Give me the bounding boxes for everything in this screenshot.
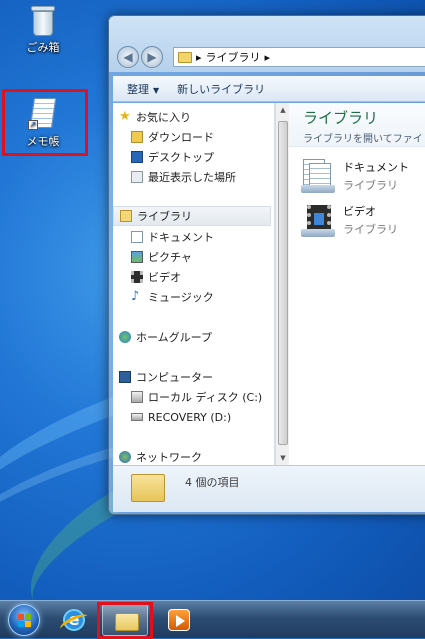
nav-favorites[interactable]: ★ お気に入り	[119, 107, 191, 127]
content-pane: ライブラリ ライブラリを開いてファイ ドキュメント ライブラリ ビデオ ライブラ…	[289, 103, 425, 465]
notepad-icon: ↗	[28, 96, 58, 130]
back-button[interactable]: ◀	[117, 46, 139, 68]
page-title: ライブラリ	[303, 109, 379, 127]
windows-logo-icon	[18, 614, 32, 628]
desktop-icon-label: メモ帳	[26, 135, 60, 148]
forward-button[interactable]: ▶	[141, 46, 163, 68]
start-button[interactable]	[8, 604, 40, 636]
taskbar: e	[0, 600, 425, 639]
highlight-box-explorer	[97, 602, 153, 639]
scroll-down-arrow-icon[interactable]: ▼	[276, 451, 290, 465]
library-folder-icon	[120, 210, 132, 222]
recent-places-icon	[131, 171, 143, 183]
nav-item-recovery-drive[interactable]: RECOVERY (D:)	[131, 407, 231, 427]
recycle-bin-icon	[31, 6, 55, 36]
videos-library-icon	[301, 203, 335, 237]
star-icon: ★	[119, 109, 131, 124]
library-item-documents[interactable]: ドキュメント ライブラリ	[301, 159, 409, 199]
desktop-icon	[131, 151, 143, 163]
videos-icon	[131, 271, 143, 283]
scroll-up-arrow-icon[interactable]: ▲	[276, 103, 290, 117]
explorer-window[interactable]: ◀ ▶ ▸ ライブラリ ▸ 整理 ▼ 新しいライブラリ ★ お気に入り ダウンロー…	[108, 15, 425, 515]
nav-network[interactable]: ネットワーク	[119, 447, 202, 465]
forward-arrow-icon: ▶	[147, 50, 157, 64]
nav-item-local-disk[interactable]: ローカル ディスク (C:)	[131, 387, 262, 407]
pictures-icon	[131, 251, 143, 263]
library-item-type: ライブラリ	[343, 223, 398, 236]
library-folder-icon	[131, 474, 165, 502]
desktop-icon-recycle-bin[interactable]: ごみ箱	[8, 6, 78, 55]
details-pane: 4 個の項目	[113, 465, 425, 512]
scrollbar-thumb[interactable]	[278, 121, 288, 445]
media-player-icon	[168, 609, 190, 631]
downloads-folder-icon	[131, 131, 143, 143]
chevron-down-icon: ▼	[153, 85, 160, 95]
breadcrumb-separator: ▸	[196, 50, 202, 64]
internet-explorer-icon: e	[63, 609, 85, 631]
breadcrumb-libraries[interactable]: ライブラリ	[206, 49, 261, 65]
homegroup-icon	[119, 331, 131, 343]
organize-button[interactable]: 整理 ▼	[127, 81, 159, 97]
nav-computer[interactable]: コンピューター	[119, 367, 213, 387]
library-item-name: ドキュメント	[343, 161, 409, 174]
nav-item-music[interactable]: ♪ ミュージック	[131, 287, 214, 307]
page-subtitle: ライブラリを開いてファイ	[303, 134, 423, 145]
taskbar-internet-explorer[interactable]: e	[50, 604, 96, 636]
nav-item-downloads[interactable]: ダウンロード	[131, 127, 214, 147]
documents-library-icon	[301, 159, 335, 193]
shortcut-arrow-icon: ↗	[28, 120, 38, 130]
taskbar-media-player[interactable]	[156, 604, 202, 636]
breadcrumb-separator[interactable]: ▸	[265, 51, 271, 64]
documents-icon	[131, 231, 143, 243]
computer-icon	[119, 371, 131, 383]
nav-homegroup[interactable]: ホームグループ	[119, 327, 212, 347]
drive-icon	[131, 391, 143, 403]
library-item-videos[interactable]: ビデオ ライブラリ	[301, 203, 398, 243]
nav-item-videos[interactable]: ビデオ	[131, 267, 181, 287]
nav-pane-scrollbar[interactable]: ▲ ▼	[275, 103, 289, 465]
library-folder-icon	[178, 51, 192, 63]
item-count: 4 個の項目	[185, 476, 240, 489]
library-item-name: ビデオ	[343, 205, 376, 218]
library-header: ライブラリ ライブラリを開いてファイ	[289, 103, 425, 147]
command-toolbar: 整理 ▼ 新しいライブラリ	[113, 76, 425, 102]
nav-item-desktop[interactable]: デスクトップ	[131, 147, 214, 167]
nav-item-documents[interactable]: ドキュメント	[131, 227, 214, 247]
back-arrow-icon: ◀	[123, 50, 133, 64]
address-bar[interactable]: ▸ ライブラリ ▸	[173, 47, 425, 67]
nav-libraries[interactable]: ライブラリ	[113, 206, 271, 226]
nav-item-recent-places[interactable]: 最近表示した場所	[131, 167, 236, 187]
desktop-icon-label: ごみ箱	[26, 41, 60, 54]
network-icon	[119, 451, 131, 463]
library-item-type: ライブラリ	[343, 179, 398, 192]
music-note-icon: ♪	[131, 289, 140, 304]
desktop: ごみ箱 ↗ メモ帳 ◀ ▶ ▸ ライブラリ ▸ 整理 ▼ 新しいライブラリ ★ お…	[0, 0, 425, 600]
new-library-button[interactable]: 新しいライブラリ	[177, 81, 265, 97]
nav-item-pictures[interactable]: ピクチャ	[131, 247, 192, 267]
drive-icon	[131, 413, 143, 421]
navigation-pane: ★ お気に入り ダウンロード デスクトップ 最近表示した場所 ライブラリ ドキュ…	[113, 103, 275, 465]
desktop-icon-notepad[interactable]: ↗ メモ帳	[8, 96, 78, 149]
